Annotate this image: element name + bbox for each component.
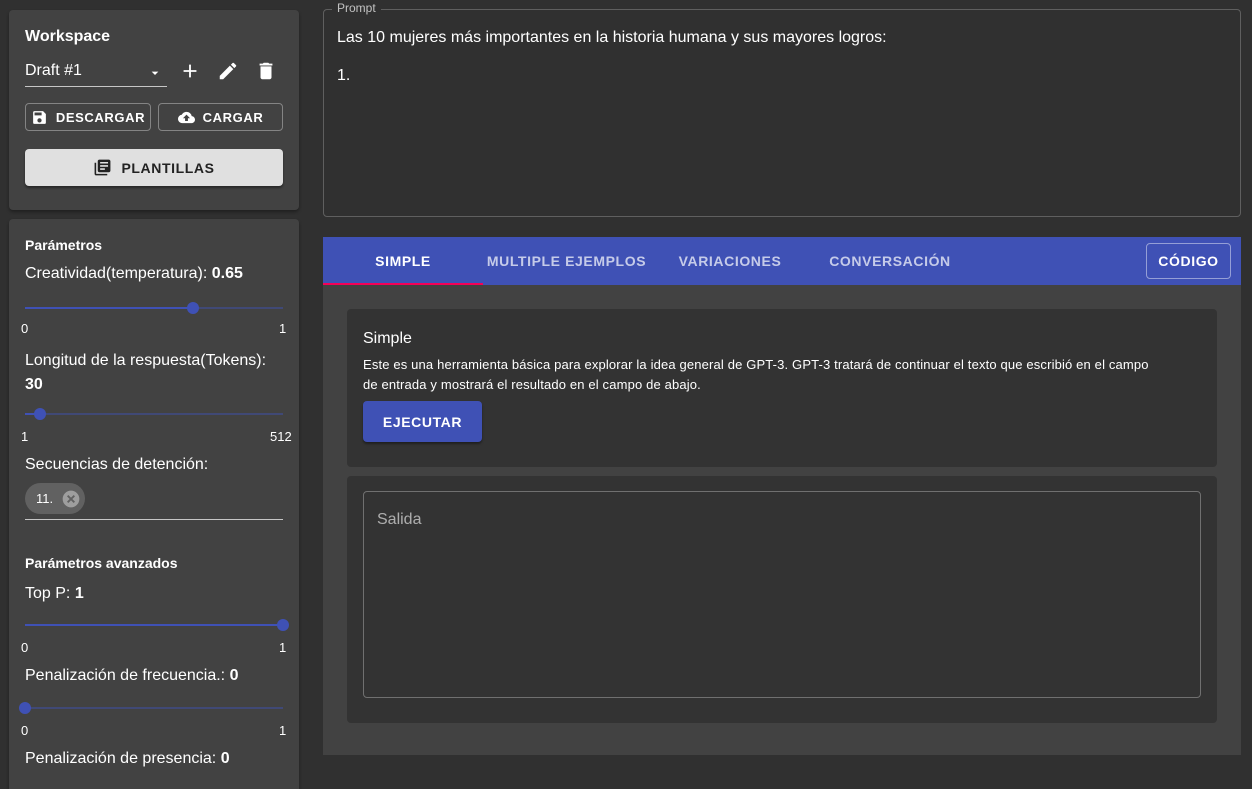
tab-variations[interactable]: VARIACIONES bbox=[650, 237, 810, 285]
temperature-label: Creatividad(temperatura): 0.65 bbox=[25, 265, 243, 282]
edit-icon[interactable] bbox=[217, 60, 239, 82]
workspace-title: Workspace bbox=[25, 28, 111, 45]
frequency-penalty-label: Penalización de frecuencia.: 0 bbox=[25, 667, 239, 684]
top-p-min: 0 bbox=[21, 640, 29, 655]
download-button[interactable]: DESCARGAR bbox=[25, 103, 151, 131]
draft-select[interactable]: Draft #1 bbox=[25, 58, 167, 87]
max-tokens-min: 1 bbox=[21, 429, 29, 444]
cloud-upload-icon bbox=[177, 111, 195, 123]
frequency-penalty-min: 0 bbox=[21, 723, 29, 738]
top-p-slider-fill bbox=[25, 624, 283, 626]
stop-sequences-input[interactable]: 11. bbox=[25, 482, 283, 520]
chip-delete-icon[interactable] bbox=[61, 489, 81, 509]
top-p-value: 1 bbox=[74, 585, 84, 602]
frequency-penalty-max: 1 bbox=[279, 723, 287, 738]
prompt-textarea[interactable]: Las 10 mujeres más importantes en la his… bbox=[323, 9, 1241, 217]
top-p-slider-thumb[interactable] bbox=[277, 619, 289, 631]
max-tokens-value: 30 bbox=[25, 376, 43, 393]
tab-multiple-examples[interactable]: MULTIPLE EJEMPLOS bbox=[483, 237, 650, 285]
prompt-text-line1: Las 10 mujeres más importantes en la his… bbox=[337, 29, 887, 46]
upload-button[interactable]: CARGAR bbox=[158, 103, 283, 131]
library-books-icon bbox=[95, 159, 111, 176]
presence-penalty-label: Penalización de presencia: 0 bbox=[25, 750, 230, 767]
templates-button[interactable]: PLANTILLAS bbox=[25, 149, 283, 186]
temperature-min: 0 bbox=[21, 321, 29, 336]
output-placeholder: Salida bbox=[377, 511, 422, 528]
max-tokens-label: Longitud de la respuesta(Tokens): 30 bbox=[25, 352, 267, 393]
chevron-down-icon bbox=[151, 71, 159, 75]
draft-select-value: Draft #1 bbox=[25, 62, 82, 79]
presence-penalty-value: 0 bbox=[220, 750, 230, 767]
max-tokens-slider-track bbox=[25, 413, 283, 415]
save-icon bbox=[33, 110, 46, 124]
simple-title: Simple bbox=[363, 330, 412, 347]
temperature-max: 1 bbox=[279, 321, 287, 336]
temperature-slider-fill bbox=[25, 307, 193, 309]
add-icon[interactable] bbox=[179, 60, 201, 82]
tab-simple[interactable]: SIMPLE bbox=[323, 237, 483, 285]
top-p-label: Top P: 1 bbox=[25, 585, 84, 602]
simple-description-line1: Este es una herramienta básica para expl… bbox=[363, 357, 1149, 372]
parameters-title: Parámetros bbox=[25, 237, 103, 253]
advanced-parameters-title: Parámetros avanzados bbox=[25, 555, 178, 571]
frequency-penalty-slider-thumb[interactable] bbox=[19, 702, 31, 714]
mode-tabs: SIMPLE MULTIPLE EJEMPLOS VARIACIONES CON… bbox=[323, 237, 1241, 285]
temperature-slider-thumb[interactable] bbox=[186, 302, 199, 314]
frequency-penalty-value: 0 bbox=[229, 667, 239, 684]
prompt-legend: Prompt bbox=[332, 1, 381, 15]
output-textarea[interactable]: Salida bbox=[363, 491, 1201, 698]
download-label: DESCARGAR bbox=[55, 109, 146, 125]
temperature-value: 0.65 bbox=[211, 265, 243, 282]
simple-card: Simple Este es una herramienta básica pa… bbox=[347, 309, 1217, 467]
stop-sequence-chip-label: 11. bbox=[36, 491, 54, 506]
max-tokens-max: 512 bbox=[270, 429, 292, 444]
simple-description: Este es una herramienta básica para expl… bbox=[363, 355, 1149, 395]
top-p-max: 1 bbox=[279, 640, 287, 655]
max-tokens-slider-thumb[interactable] bbox=[33, 408, 46, 420]
simple-description-line2: de entrada y mostrará el resultado en el… bbox=[363, 377, 701, 392]
code-button[interactable]: CÓDIGO bbox=[1146, 243, 1231, 279]
delete-icon[interactable] bbox=[255, 60, 277, 82]
prompt-text-line2: 1. bbox=[337, 67, 351, 84]
stop-sequence-chip: 11. bbox=[25, 483, 86, 514]
templates-label: PLANTILLAS bbox=[121, 159, 215, 176]
frequency-penalty-slider-track bbox=[25, 707, 283, 709]
run-button[interactable]: EJECUTAR bbox=[363, 401, 482, 442]
upload-label: CARGAR bbox=[202, 109, 264, 125]
tab-conversation[interactable]: CONVERSACIÓN bbox=[810, 237, 970, 285]
stop-sequences-label: Secuencias de detención: bbox=[25, 456, 209, 473]
